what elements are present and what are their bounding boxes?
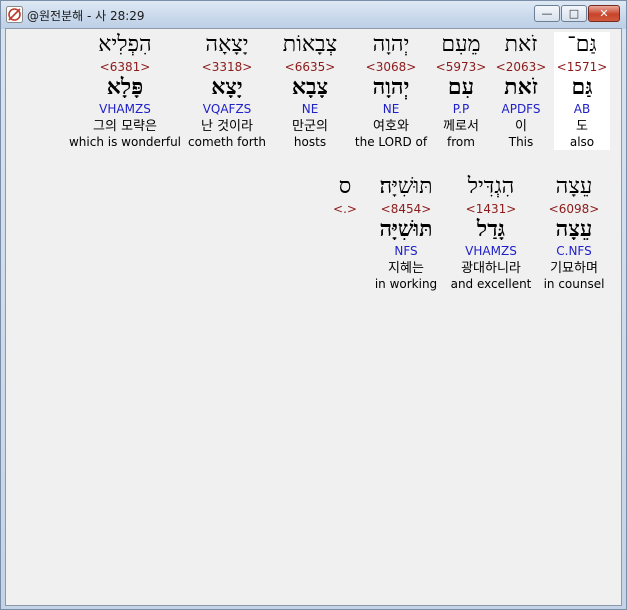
strong-number: <6381> — [99, 60, 151, 74]
strong-number: <5973> — [435, 60, 487, 74]
strong-number: <3068> — [365, 60, 417, 74]
app-window: @원전분해 - 사 28:29 — □ ✕ גַּם־ <1571> גַּם … — [0, 0, 627, 610]
word-cell[interactable]: גַּם־ <1571> גַּם AB 도 also — [554, 32, 610, 150]
english-gloss: in working — [374, 277, 438, 291]
window-controls: — □ ✕ — [533, 5, 620, 24]
strong-number: <6098> — [548, 202, 600, 216]
english-gloss: also — [569, 135, 595, 149]
morphology-code: NFS — [394, 244, 418, 258]
word-cell[interactable]: יְהוָה <3068> יְהוָה NE 여호와 the LORD of — [352, 32, 430, 150]
morphology-code: C.NFS — [556, 244, 592, 258]
hebrew-surface: גַּם־ — [567, 32, 597, 57]
app-icon — [6, 6, 23, 23]
strong-number: <2063> — [495, 60, 547, 74]
morphology-code: AB — [573, 102, 591, 116]
hebrew-surface: צְבָאוֹת — [282, 32, 338, 57]
minimize-button[interactable]: — — [534, 5, 560, 22]
word-cell[interactable]: עֵצָה <6098> עֵצָה C.NFS 기묘하며 in counsel — [539, 174, 609, 292]
window-title: @원전분해 - 사 28:29 — [27, 9, 145, 23]
hebrew-surface: מֵעִם — [441, 32, 481, 57]
hebrew-surface: עֵצָה — [555, 174, 593, 199]
korean-gloss: 기묘하며 — [550, 261, 598, 276]
word-cell[interactable]: זֹאת <2063> זֹאת APDFS 이 This — [493, 32, 549, 150]
strong-number: <6635> — [284, 60, 336, 74]
english-gloss: cometh forth — [188, 135, 266, 149]
hebrew-root: עֵצָה — [555, 216, 593, 242]
maximize-icon: □ — [568, 7, 580, 20]
korean-gloss: 여호와 — [373, 119, 409, 134]
word-cell[interactable]: ס <.> — [329, 174, 361, 216]
word-cell[interactable]: תּוּשִׁיָּה׃ <8454> תּוּשִׁיָּה NFS 지혜는 … — [368, 174, 444, 292]
korean-gloss: 그의 모략은 — [93, 119, 157, 134]
minimize-icon: — — [541, 7, 553, 20]
word-cell[interactable]: הִפְלִיא <6381> פָּלָא VHAMZS 그의 모략은 whi… — [68, 32, 182, 150]
korean-gloss: 도 — [576, 119, 588, 134]
word-cell[interactable]: צְבָאוֹת <6635> צָבָא NE 만군의 hosts — [272, 32, 348, 150]
morphology-code: P.P — [452, 102, 470, 116]
hebrew-root: גַּם — [571, 74, 593, 100]
verse-analysis-panel: גַּם־ <1571> גַּם AB 도 also זֹאת <2063> … — [5, 28, 622, 606]
maximize-button[interactable]: □ — [561, 5, 587, 22]
korean-gloss: 께로서 — [443, 119, 479, 134]
korean-gloss: 만군의 — [292, 119, 328, 134]
strong-number: <.> — [333, 202, 357, 216]
word-cell[interactable]: הִגְדִּיל <1431> גָּדַל VHAMZS 광대하니라 and… — [449, 174, 533, 292]
close-icon: ✕ — [599, 7, 609, 20]
close-button[interactable]: ✕ — [588, 5, 620, 22]
strong-number: <1431> — [465, 202, 517, 216]
korean-gloss: 이 — [515, 119, 527, 134]
hebrew-root: יְהוָה — [372, 74, 410, 100]
korean-gloss: 지혜는 — [388, 261, 424, 276]
hebrew-surface: הִגְדִּיל — [467, 174, 515, 199]
morphology-code: APDFS — [501, 102, 541, 116]
english-gloss: and excellent — [450, 277, 532, 291]
hebrew-surface: יְהוָה — [372, 32, 410, 57]
english-gloss: from — [447, 135, 475, 149]
strong-number: <3318> — [201, 60, 253, 74]
korean-gloss: 난 것이라 — [201, 119, 253, 134]
strong-number: <1571> — [556, 60, 608, 74]
morphology-code: VQAFZS — [202, 102, 252, 116]
hebrew-root: עִם — [447, 74, 475, 100]
hebrew-surface: זֹאת — [504, 32, 538, 57]
hebrew-surface: תּוּשִׁיָּה׃ — [379, 174, 433, 199]
hebrew-root: תּוּשִׁיָּה — [379, 216, 433, 242]
strong-number: <8454> — [380, 202, 432, 216]
morphology-code: NE — [301, 102, 319, 116]
english-gloss: which is wonderful — [68, 135, 182, 149]
morphology-code: VHAMZS — [465, 244, 517, 258]
hebrew-surface: ס — [338, 174, 352, 199]
hebrew-surface: הִפְלִיא — [98, 32, 152, 57]
english-gloss: in counsel — [543, 277, 605, 291]
english-gloss: hosts — [293, 135, 327, 149]
word-cell[interactable]: יָצָאָה <3318> יָצָא VQAFZS 난 것이라 cometh… — [186, 32, 268, 150]
korean-gloss: 광대하니라 — [461, 261, 521, 276]
morphology-code: NE — [382, 102, 400, 116]
hebrew-root: פָּלָא — [106, 74, 144, 100]
english-gloss: This — [508, 135, 534, 149]
hebrew-root: יָצָא — [211, 74, 243, 100]
hebrew-root: צָבָא — [291, 74, 329, 100]
hebrew-surface: יָצָאָה — [205, 32, 249, 57]
word-cell[interactable]: מֵעִם <5973> עִם P.P 께로서 from — [431, 32, 491, 150]
morphology-code: VHAMZS — [99, 102, 151, 116]
english-gloss: the LORD of — [354, 135, 428, 149]
title-bar[interactable]: @원전분해 - 사 28:29 — □ ✕ — [1, 1, 626, 29]
hebrew-root: גָּדַל — [476, 216, 506, 242]
hebrew-root: זֹאת — [504, 74, 538, 100]
